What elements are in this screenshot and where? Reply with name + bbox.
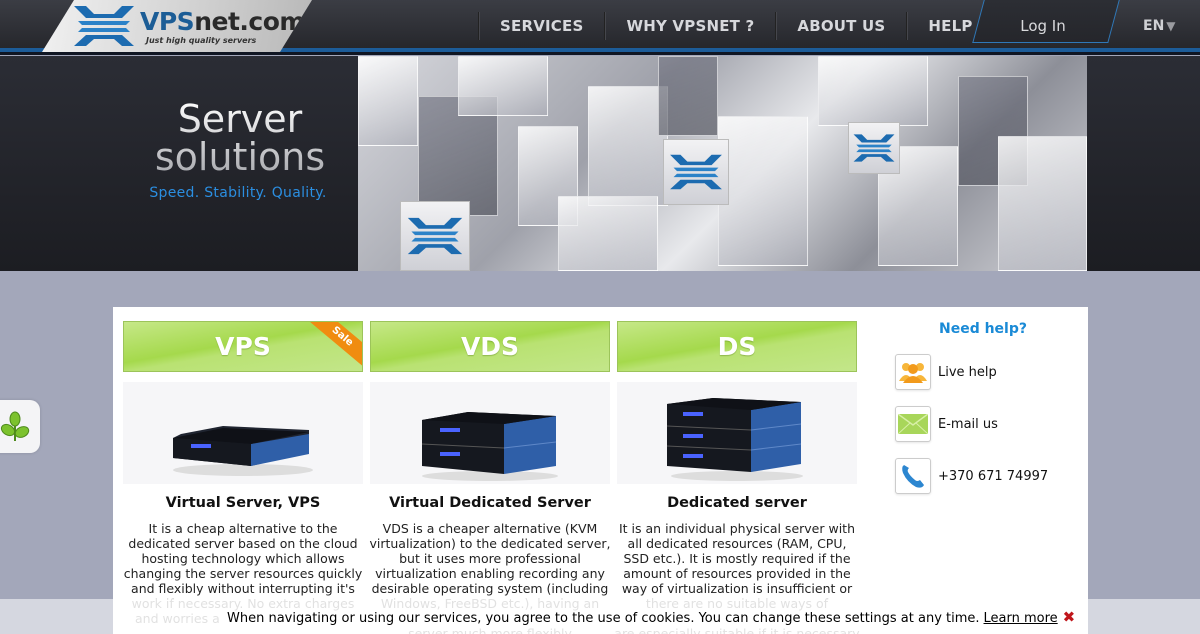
- logo-tagline: Just high quality servers: [146, 36, 257, 45]
- logo[interactable]: VPSnet.com Just high quality servers: [42, 0, 312, 52]
- product-title-ds: Dedicated server: [667, 495, 807, 511]
- product-header-vps[interactable]: VPS Sale: [123, 321, 363, 372]
- nav-why-vpsnet[interactable]: WHY VPSNET ?: [604, 12, 775, 40]
- main-nav: SERVICES WHY VPSNET ? ABOUT US HELP: [478, 12, 994, 40]
- hero-subtitle: Speed. Stability. Quality.: [149, 185, 327, 201]
- product-header-vds[interactable]: VDS: [370, 321, 610, 372]
- nav-services[interactable]: SERVICES: [478, 12, 604, 40]
- logo-mark-icon: [407, 217, 463, 255]
- logo-brand-net: net.com: [194, 7, 305, 36]
- logo-mark-icon: [670, 154, 722, 190]
- leaf-icon: [0, 411, 30, 441]
- cookie-bar: When navigating or using our services, y…: [0, 599, 1200, 634]
- site-header: VPSnet.com Just high quality servers SER…: [0, 0, 1200, 55]
- server-stack-icon: [666, 398, 803, 481]
- login-button[interactable]: Log In: [978, 0, 1108, 52]
- help-live-chat[interactable]: Live help: [895, 353, 997, 391]
- hero-title: Server solutions: [150, 100, 330, 176]
- content-panel: VPS Sale Virtual Server, VPS It is a che…: [113, 307, 1088, 634]
- product-header-ds[interactable]: DS: [617, 321, 857, 372]
- help-live-chat-label: Live help: [938, 364, 997, 380]
- hero-title-line1: Server: [177, 97, 303, 141]
- cookie-message: When navigating or using our services, y…: [227, 611, 980, 626]
- phone-icon: [902, 465, 924, 488]
- hero-banner: Server solutions Speed. Stability. Quali…: [0, 56, 1200, 271]
- caret-down-icon: ▼: [1166, 19, 1176, 33]
- nav-about-us[interactable]: ABOUT US: [775, 12, 906, 40]
- cookie-learn-more-link[interactable]: Learn more: [984, 611, 1058, 626]
- product-image-vps[interactable]: [123, 382, 363, 484]
- help-phone-label: +370 671 74997: [938, 468, 1049, 484]
- server-single-icon: [173, 426, 313, 476]
- help-email[interactable]: E-mail us: [895, 405, 998, 443]
- hero-image: [358, 56, 1087, 271]
- logo-brand-vps: VPS: [140, 7, 195, 36]
- people-icon: [899, 363, 927, 383]
- banner-logo-cube-3: [400, 201, 470, 271]
- product-title-vps: Virtual Server, VPS: [165, 495, 321, 511]
- server-double-icon: [421, 412, 558, 481]
- help-phone[interactable]: +370 671 74997: [895, 457, 1048, 495]
- product-image-ds[interactable]: [617, 382, 857, 484]
- logo-mark-icon: [853, 134, 895, 162]
- product-title-vds: Virtual Dedicated Server: [389, 495, 591, 511]
- envelope-icon: [898, 414, 928, 434]
- banner-logo-cube-1: [663, 139, 729, 205]
- product-header-label: DS: [717, 332, 757, 361]
- eco-badge[interactable]: [0, 400, 40, 453]
- logo-mark-icon: [74, 6, 134, 46]
- close-icon[interactable]: ✖: [1063, 608, 1076, 626]
- language-selector[interactable]: EN ▼: [1143, 0, 1176, 52]
- product-header-label: VDS: [460, 332, 520, 361]
- banner-logo-cube-2: [848, 122, 900, 174]
- language-label: EN: [1143, 18, 1165, 34]
- help-email-label: E-mail us: [938, 416, 998, 432]
- product-image-vds[interactable]: [370, 382, 610, 484]
- help-title: Need help?: [938, 321, 1027, 337]
- logo-text: VPSnet.com: [140, 8, 305, 36]
- hero-title-line2: solutions: [154, 135, 326, 179]
